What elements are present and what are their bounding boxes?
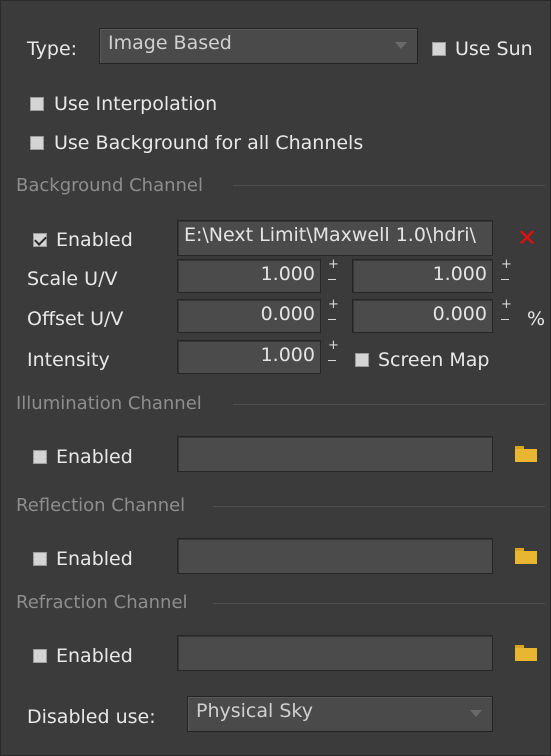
spinner-minus-icon[interactable] — [328, 279, 336, 280]
use-sun-checkbox[interactable] — [432, 42, 446, 56]
reflection-channel-title: Reflection Channel — [16, 495, 186, 516]
scale-u-value: 1.000 — [260, 263, 315, 285]
use-background-all-channels-checkbox[interactable] — [30, 136, 44, 150]
folder-icon[interactable] — [515, 645, 537, 661]
spinner-plus-icon[interactable]: + — [328, 338, 339, 353]
reflection-path-field[interactable] — [177, 538, 493, 574]
scale-u-input[interactable]: 1.000 — [177, 259, 321, 293]
dropdown-arrow-icon — [395, 42, 407, 49]
offset-u-value: 0.000 — [260, 303, 315, 325]
disabled-use-label: Disabled use: — [27, 706, 156, 728]
use-sun-label: Use Sun — [455, 38, 533, 60]
illumination-channel-title: Illumination Channel — [16, 393, 202, 414]
spinner-plus-icon[interactable]: + — [501, 257, 512, 272]
type-label: Type: — [27, 38, 78, 60]
type-dropdown-value: Image Based — [108, 32, 232, 54]
intensity-label: Intensity — [27, 349, 110, 371]
offset-uv-label: Offset U/V — [27, 308, 124, 330]
scale-uv-label: Scale U/V — [27, 268, 118, 290]
refraction-enabled-label: Enabled — [56, 645, 133, 667]
spinner-plus-icon[interactable]: + — [328, 257, 339, 272]
spinner-plus-icon[interactable]: + — [501, 297, 512, 312]
refraction-enabled-checkbox[interactable] — [33, 649, 47, 663]
illumination-enabled-checkbox[interactable] — [33, 450, 47, 464]
screen-map-checkbox[interactable] — [355, 353, 369, 367]
section-divider — [213, 603, 545, 604]
spinner-minus-icon[interactable] — [501, 319, 509, 320]
intensity-input[interactable]: 1.000 — [177, 340, 321, 374]
scale-v-value: 1.000 — [432, 263, 487, 285]
folder-icon[interactable] — [515, 548, 537, 564]
background-enabled-checkbox[interactable] — [33, 233, 47, 247]
spinner-minus-icon[interactable] — [501, 279, 509, 280]
offset-u-input[interactable]: 0.000 — [177, 299, 321, 333]
use-background-all-channels-label: Use Background for all Channels — [54, 132, 364, 154]
illumination-enabled-label: Enabled — [56, 446, 133, 468]
percent-unit: % — [527, 308, 546, 330]
offset-v-input[interactable]: 0.000 — [352, 299, 493, 333]
type-dropdown[interactable]: Image Based — [99, 28, 418, 64]
use-interpolation-checkbox[interactable] — [30, 97, 44, 111]
background-enabled-label: Enabled — [56, 229, 133, 251]
spinner-plus-icon[interactable]: + — [328, 297, 339, 312]
use-interpolation-label: Use Interpolation — [54, 93, 218, 115]
section-divider — [233, 185, 545, 186]
background-channel-title: Background Channel — [16, 175, 204, 196]
refraction-channel-title: Refraction Channel — [16, 592, 188, 613]
scale-v-spinner[interactable]: + — [500, 257, 512, 293]
offset-u-spinner[interactable]: + — [327, 297, 339, 333]
spinner-minus-icon[interactable] — [328, 360, 336, 361]
illumination-path-field[interactable] — [177, 436, 493, 472]
spinner-minus-icon[interactable] — [328, 319, 336, 320]
scale-u-spinner[interactable]: + — [327, 257, 339, 293]
screen-map-label: Screen Map — [378, 349, 490, 371]
intensity-value: 1.000 — [260, 344, 315, 366]
section-divider — [233, 404, 545, 405]
background-path-value: E:\Next Limit\Maxwell 1.0\hdri\ — [184, 224, 476, 246]
disabled-use-dropdown-value: Physical Sky — [196, 700, 313, 722]
scale-v-input[interactable]: 1.000 — [352, 259, 493, 293]
offset-v-spinner[interactable]: + — [500, 297, 512, 333]
refraction-path-field[interactable] — [177, 635, 493, 671]
clear-x-icon[interactable]: ✕ — [517, 226, 537, 250]
disabled-use-dropdown[interactable]: Physical Sky — [187, 696, 493, 732]
section-divider — [213, 506, 545, 507]
background-path-field[interactable]: E:\Next Limit\Maxwell 1.0\hdri\ — [177, 220, 493, 256]
folder-icon[interactable] — [515, 446, 537, 462]
dropdown-arrow-icon — [470, 710, 482, 717]
reflection-enabled-label: Enabled — [56, 548, 133, 570]
offset-v-value: 0.000 — [432, 303, 487, 325]
intensity-spinner[interactable]: + — [327, 338, 339, 374]
reflection-enabled-checkbox[interactable] — [33, 552, 47, 566]
